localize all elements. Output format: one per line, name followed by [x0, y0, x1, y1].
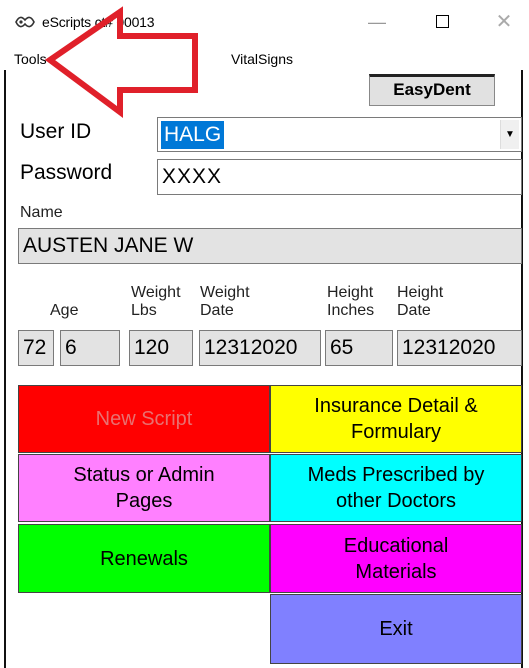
height-inches-field[interactable]: 65: [325, 330, 393, 366]
meds-label-line2: other Doctors: [335, 490, 457, 512]
weight-lbs-label-2: Lbs: [131, 302, 157, 319]
new-script-button[interactable]: New Script: [18, 385, 270, 453]
annotation-arrow: [44, 6, 198, 118]
weight-date-label-1: Weight: [200, 284, 250, 301]
height-date-field[interactable]: 12312020: [397, 330, 522, 366]
renewals-label: Renewals: [100, 547, 188, 570]
height-inches-label-2: Inches: [327, 302, 375, 319]
educational-label-line2: Materials: [355, 560, 437, 583]
patient-name-field[interactable]: AUSTEN JANE W: [18, 228, 522, 264]
weight-date-field[interactable]: 12312020: [199, 330, 321, 366]
status-label-line2: Pages: [115, 490, 173, 512]
exit-button[interactable]: Exit: [270, 594, 522, 664]
height-date-label-1: Height: [397, 284, 444, 301]
age-years-field[interactable]: 72: [18, 330, 54, 366]
educational-label-line1: Educational: [343, 534, 449, 557]
height-date-label-2: Date: [397, 302, 431, 319]
weight-lbs-field[interactable]: 120: [129, 330, 193, 366]
name-label: Name: [20, 204, 63, 221]
new-script-label: New Script: [95, 408, 193, 430]
status-admin-button[interactable]: Status or Admin Pages: [18, 454, 270, 522]
red-arrow-icon: [44, 6, 198, 118]
age-label: Age: [50, 302, 79, 319]
status-label-line1: Status or Admin: [73, 464, 215, 486]
educational-materials-button[interactable]: Educational Materials: [270, 524, 522, 593]
meds-other-doctors-button[interactable]: Meds Prescribed by other Doctors: [270, 454, 522, 522]
insurance-detail-button[interactable]: Insurance Detail & Formulary: [270, 385, 522, 453]
insurance-label-line1: Insurance Detail &: [314, 395, 478, 417]
meds-label-line1: Meds Prescribed by: [307, 464, 485, 486]
weight-lbs-label-1: Weight: [131, 284, 181, 301]
exit-label: Exit: [379, 618, 413, 640]
height-inches-label-1: Height: [327, 284, 374, 301]
renewals-button[interactable]: Renewals: [18, 524, 270, 593]
insurance-label-line2: Formulary: [350, 421, 441, 443]
age-months-field[interactable]: 6: [60, 330, 120, 366]
weight-date-label-2: Date: [200, 302, 234, 319]
